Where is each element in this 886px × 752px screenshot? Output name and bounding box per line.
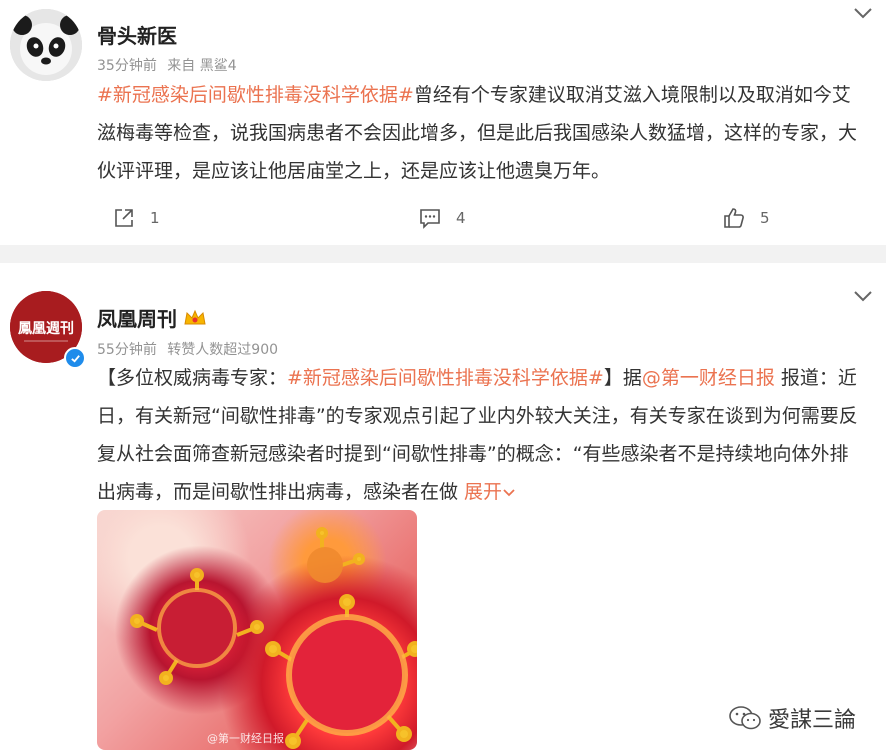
like-button[interactable]: 5: [722, 203, 770, 233]
virus-illustration: [130, 527, 417, 749]
expand-label: 展开: [464, 481, 503, 503]
post-time[interactable]: 55分钟前: [97, 342, 157, 358]
image-watermark: @第一财经日报: [207, 732, 284, 745]
post-content: 【多位权威病毒专家：#新冠感染后间歇性排毒没科学依据#】据@第一财经日报 报道：…: [97, 359, 867, 511]
post-source: 转赞人数超过900: [167, 342, 279, 358]
post-time[interactable]: 35分钟前: [97, 58, 157, 74]
weibo-post-1: 骨头新医 35分钟前 来自 黑鲨4 #新冠感染后间歇性排毒没科学依据#曾经有个专…: [0, 0, 886, 245]
post-content: #新冠感染后间歇性排毒没科学依据#曾经有个专家建议取消艾滋入境限制以及取消如今艾…: [97, 76, 867, 190]
post-meta: 55分钟前 转赞人数超过900: [97, 339, 278, 359]
mention-link[interactable]: @第一财经日报: [642, 367, 775, 389]
brand-text: 愛謀三論: [767, 708, 856, 733]
post-meta: 35分钟前 来自 黑鲨4: [97, 55, 237, 75]
brand-watermark: 愛謀三論: [728, 702, 856, 734]
comment-count: 4: [456, 209, 466, 227]
crown-icon[interactable]: [183, 308, 207, 328]
post-text-prefix: 【多位权威病毒专家：: [97, 367, 288, 389]
action-bar: 1 4 5: [0, 203, 886, 233]
post-source: 来自 黑鲨4: [167, 58, 237, 74]
comment-button[interactable]: 4: [418, 203, 466, 233]
user-name-row: 凤凰周刊: [97, 303, 207, 332]
topic-tag-link[interactable]: #新冠感染后间歇性排毒没科学依据#: [287, 367, 604, 389]
chevron-down-icon[interactable]: [852, 6, 874, 20]
share-icon: [115, 209, 133, 227]
like-icon: [724, 208, 744, 228]
wechat-icon: [729, 706, 761, 730]
user-name[interactable]: 骨头新医: [97, 20, 177, 49]
panda-avatar-icon: [10, 9, 82, 81]
post-text-mid: 】据: [603, 367, 642, 389]
chevron-down-icon: [503, 489, 515, 497]
avatar-logo-text: 鳳凰週刊: [18, 321, 74, 337]
topic-tag-link[interactable]: #新冠感染后间歇性排毒没科学依据#: [97, 84, 414, 106]
user-name[interactable]: 凤凰周刊: [97, 303, 177, 332]
comment-icon: [420, 209, 440, 229]
avatar[interactable]: [10, 9, 82, 81]
post-image[interactable]: @第一财经日报: [97, 510, 417, 750]
verified-icon: [64, 347, 86, 369]
post-divider: [0, 245, 886, 263]
repost-button[interactable]: 1: [112, 203, 160, 233]
repost-count: 1: [150, 209, 160, 227]
like-count: 5: [760, 209, 770, 227]
weibo-post-2: 鳳凰週刊 凤凰周刊 55分钟前 转赞人数超过900 【多位权威病毒专家：#新冠感…: [0, 263, 886, 752]
chevron-down-icon[interactable]: [852, 289, 874, 303]
expand-link[interactable]: 展开: [464, 481, 516, 503]
